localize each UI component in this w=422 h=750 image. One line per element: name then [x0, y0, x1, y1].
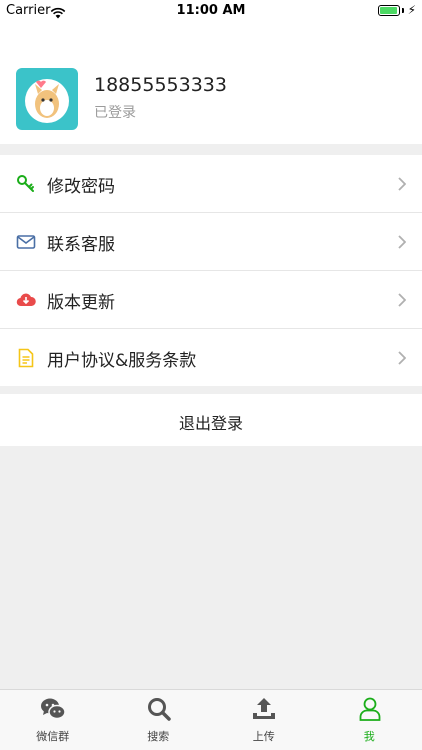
tab-me[interactable]: 我: [317, 690, 422, 750]
chevron-right-icon: [398, 234, 407, 249]
tab-label: 我: [363, 730, 375, 743]
menu-item-user-agreement[interactable]: 用户协议&服务条款: [0, 329, 422, 386]
tab-wechat-groups[interactable]: 微信群: [0, 690, 106, 750]
mail-icon: [16, 232, 36, 252]
tab-label: 搜索: [147, 730, 170, 743]
tab-upload[interactable]: 上传: [211, 690, 317, 750]
login-status: 已登录: [94, 105, 136, 121]
cloud-download-icon: [16, 290, 36, 310]
chevron-right-icon: [398, 292, 407, 307]
menu-item-label: 修改密码: [47, 177, 115, 197]
tab-label: 微信群: [36, 730, 70, 743]
menu-item-label: 用户协议&服务条款: [47, 351, 197, 371]
battery-icon: [378, 5, 400, 16]
status-bar: Carrier 11:00 AM ⚡: [0, 0, 422, 22]
battery-cap: [402, 8, 404, 13]
search-icon: [146, 696, 172, 722]
username: 18855553333: [94, 74, 227, 96]
upload-icon: [251, 696, 277, 722]
menu-item-version-update[interactable]: 版本更新: [0, 271, 422, 329]
user-icon: [357, 696, 383, 722]
charging-bolt-icon: ⚡: [407, 3, 416, 17]
avatar[interactable]: [16, 68, 78, 130]
menu-item-label: 版本更新: [47, 293, 115, 313]
key-icon: [16, 174, 36, 194]
logout-button[interactable]: 退出登录: [0, 394, 422, 446]
document-icon: [16, 348, 36, 368]
menu-item-change-password[interactable]: 修改密码: [0, 155, 422, 213]
clock: 11:00 AM: [176, 3, 246, 18]
profile-header: 18855553333 已登录: [0, 22, 422, 144]
menu-item-label: 联系客服: [47, 235, 115, 255]
tab-label: 上传: [252, 730, 275, 743]
chevron-right-icon: [398, 350, 407, 365]
settings-menu: 修改密码 联系客服 版本更新 用户协议&服务条款: [0, 155, 422, 386]
tab-search[interactable]: 搜索: [106, 690, 212, 750]
tab-bar: 微信群 搜索 上传 我: [0, 689, 422, 750]
wechat-icon: [40, 696, 66, 722]
chevron-right-icon: [398, 176, 407, 191]
menu-item-contact-support[interactable]: 联系客服: [0, 213, 422, 271]
logout-label: 退出登录: [178, 414, 243, 433]
